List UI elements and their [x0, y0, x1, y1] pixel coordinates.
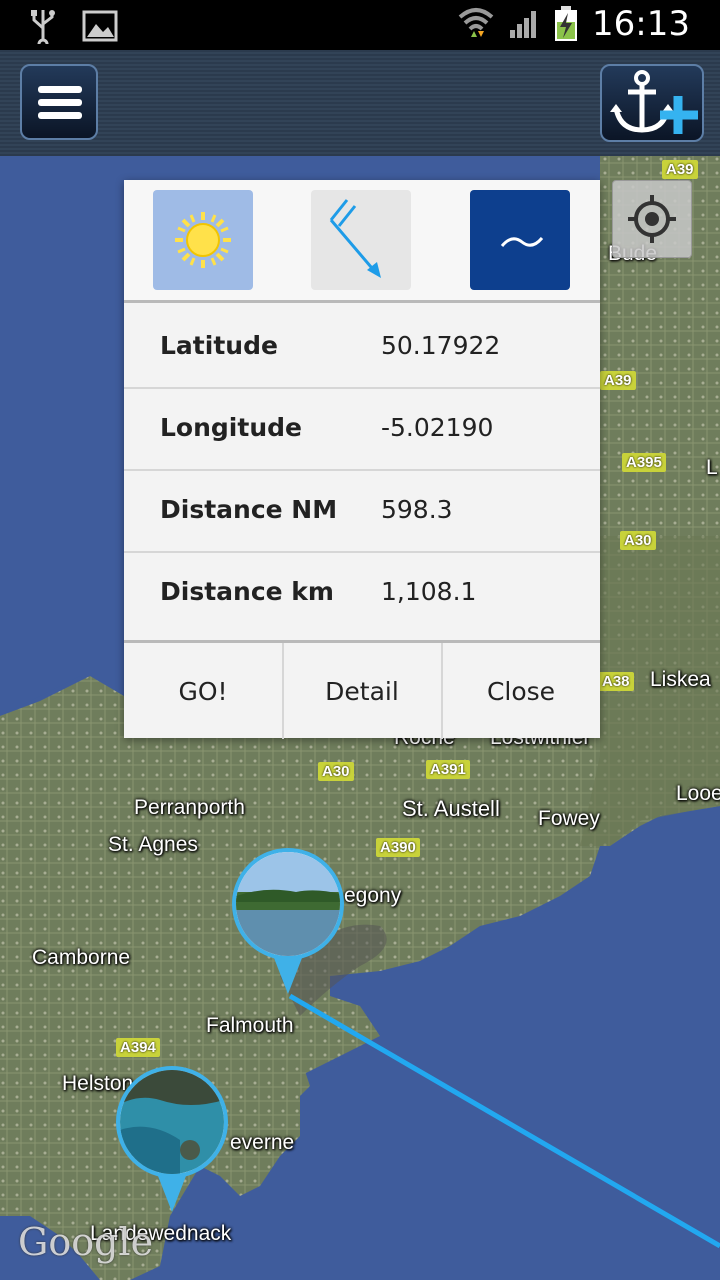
place-label: St. Austell [402, 796, 500, 821]
my-location-button[interactable] [612, 180, 692, 258]
road-label: A30 [318, 762, 354, 781]
crosshair-icon [628, 195, 676, 243]
place-label: Camborne [32, 946, 131, 969]
anchor-plus-icon [610, 70, 698, 134]
sun-weather-icon [175, 212, 231, 268]
row-label: Distance NM [160, 495, 338, 524]
place-label: Liskea [650, 668, 711, 691]
road-label: A39 [600, 371, 636, 390]
road-label: A390 [376, 838, 420, 857]
status-right-icons: 16:13 [458, 4, 690, 44]
photo-pin-lizard[interactable] [116, 1066, 228, 1216]
wifi-icon [458, 8, 494, 37]
pin-pointer-icon [274, 958, 302, 994]
go-button[interactable]: GO! [124, 643, 282, 739]
action-bar [0, 50, 720, 156]
road-label: A38 [598, 672, 634, 691]
tide-wave-icon [500, 237, 544, 247]
place-label: L [706, 456, 718, 479]
status-left-icons [30, 8, 118, 44]
wind-tab[interactable] [311, 190, 411, 290]
road-label: A30 [620, 531, 656, 550]
image-icon [82, 10, 118, 42]
row-label: Latitude [160, 331, 278, 360]
menu-button[interactable] [20, 64, 98, 140]
row-value: 1,108.1 [381, 577, 477, 606]
row-value: 50.17922 [381, 331, 501, 360]
signal-icon [510, 11, 537, 38]
pin-pointer-icon [158, 1176, 186, 1212]
row-label: Longitude [160, 413, 302, 442]
info-row-distance-km: Distance km 1,108.1 [124, 553, 600, 633]
road-label: A391 [426, 760, 470, 779]
add-anchor-button[interactable] [600, 64, 704, 142]
wind-arrow-icon [329, 199, 381, 278]
tide-tab[interactable] [470, 190, 570, 290]
detail-button[interactable]: Detail [282, 643, 440, 739]
status-bar: 16:13 [0, 0, 720, 50]
place-label: Falmouth [206, 1014, 294, 1037]
usb-icon [31, 10, 55, 44]
clock-time: 16:13 [592, 4, 690, 44]
road-label: A394 [116, 1038, 160, 1057]
place-label: Perranporth [134, 796, 245, 819]
place-label: everne [230, 1131, 295, 1154]
place-label: egony [344, 884, 402, 907]
photo-pin-falmouth[interactable] [232, 848, 344, 998]
place-label: St. Agnes [108, 833, 198, 856]
road-label: A395 [622, 453, 666, 472]
info-row-latitude: Latitude 50.17922 [124, 307, 600, 389]
weather-tab[interactable] [153, 190, 253, 290]
info-row-distance-nm: Distance NM 598.3 [124, 471, 600, 553]
row-value: 598.3 [381, 495, 453, 524]
road-label: A39 [662, 160, 698, 179]
close-button[interactable]: Close [441, 643, 599, 739]
place-label: Looe [676, 782, 720, 805]
popup-tab-bar [124, 180, 600, 303]
row-value: -5.02190 [381, 413, 494, 442]
battery-charging-icon [555, 6, 578, 41]
place-label: Fowey [538, 807, 600, 830]
info-row-longitude: Longitude -5.02190 [124, 389, 600, 471]
google-attribution: Google [18, 1220, 154, 1264]
row-label: Distance km [160, 577, 334, 606]
popup-button-bar: GO! Detail Close [124, 640, 600, 741]
location-info-popup: Latitude 50.17922 Longitude -5.02190 Dis… [124, 180, 600, 741]
